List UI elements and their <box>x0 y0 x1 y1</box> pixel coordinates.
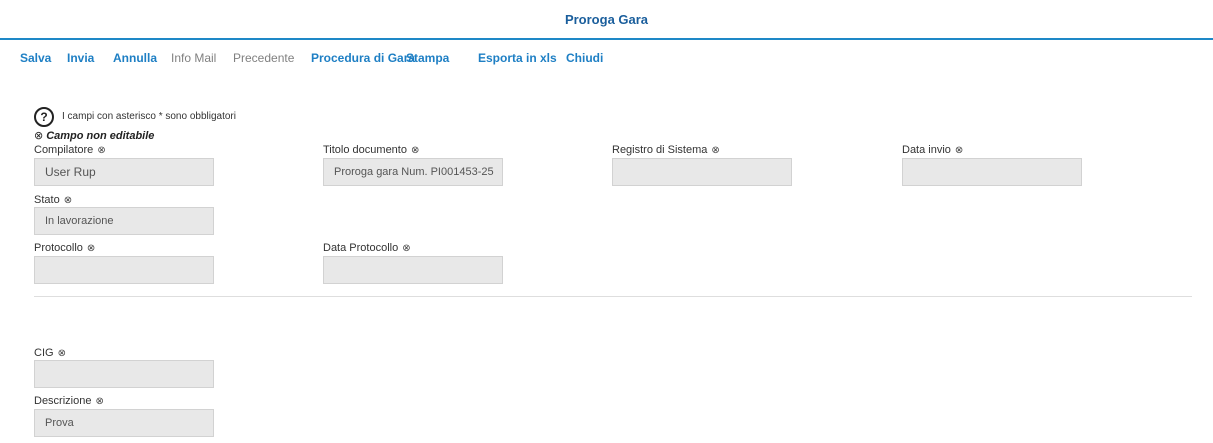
compilatore-label: Compilatore ⊗ <box>34 144 106 156</box>
not-editable-icon: ⊗ <box>402 243 411 254</box>
compilatore-field: User Rup <box>34 158 214 186</box>
not-editable-icon: ⊗ <box>86 243 96 254</box>
stato-field: In lavorazione <box>34 207 214 235</box>
registro-sistema-field <box>612 158 792 186</box>
protocollo-field <box>34 256 214 284</box>
not-editable-icon: ⊗ <box>97 145 106 156</box>
required-fields-note: I campi con asterisco * sono obbligatori <box>62 111 236 122</box>
procedura-di-gara-button[interactable]: Procedura di Gara <box>311 44 415 72</box>
not-editable-legend-text: Campo non editabile <box>46 130 155 142</box>
data-invio-field <box>902 158 1082 186</box>
protocollo-label: Protocollo ⊗ <box>34 242 96 254</box>
annulla-button[interactable]: Annulla <box>113 44 157 72</box>
window-title-bar: Proroga Gara <box>0 0 1213 40</box>
help-icon[interactable]: ? <box>34 107 54 127</box>
not-editable-icon: ⊗ <box>63 195 73 206</box>
info-mail-button[interactable]: Info Mail <box>171 44 216 72</box>
titolo-documento-field: Proroga gara Num. PI001453-25 <box>323 158 503 186</box>
precedente-button[interactable]: Precedente <box>233 44 294 72</box>
not-editable-icon: ⊗ <box>34 130 44 142</box>
salva-button[interactable]: Salva <box>20 44 51 72</box>
titolo-documento-label: Titolo documento ⊗ <box>323 144 420 156</box>
esporta-xls-button[interactable]: Esporta in xls <box>478 44 557 72</box>
descrizione-field: Prova <box>34 409 214 437</box>
registro-sistema-label: Registro di Sistema ⊗ <box>612 144 720 156</box>
not-editable-icon: ⊗ <box>954 145 964 156</box>
cig-label: CIG ⊗ <box>34 347 66 359</box>
section-divider <box>34 296 1192 297</box>
stato-label: Stato ⊗ <box>34 194 73 206</box>
window-title: Proroga Gara <box>564 12 649 27</box>
data-invio-label: Data invio ⊗ <box>902 144 964 156</box>
toolbar: Salva Invia Annulla Info Mail Precedente… <box>0 44 1213 72</box>
descrizione-label: Descrizione ⊗ <box>34 395 104 407</box>
chiudi-button[interactable]: Chiudi <box>566 44 603 72</box>
not-editable-icon: ⊗ <box>410 145 420 156</box>
not-editable-legend: ⊗ Campo non editabile <box>34 129 154 142</box>
stampa-button[interactable]: Stampa <box>406 44 449 72</box>
cig-field <box>34 360 214 388</box>
data-protocollo-label: Data Protocollo ⊗ <box>323 242 411 254</box>
invia-button[interactable]: Invia <box>67 44 94 72</box>
data-protocollo-field <box>323 256 503 284</box>
not-editable-icon: ⊗ <box>95 396 104 407</box>
not-editable-icon: ⊗ <box>711 145 720 156</box>
not-editable-icon: ⊗ <box>57 348 66 359</box>
